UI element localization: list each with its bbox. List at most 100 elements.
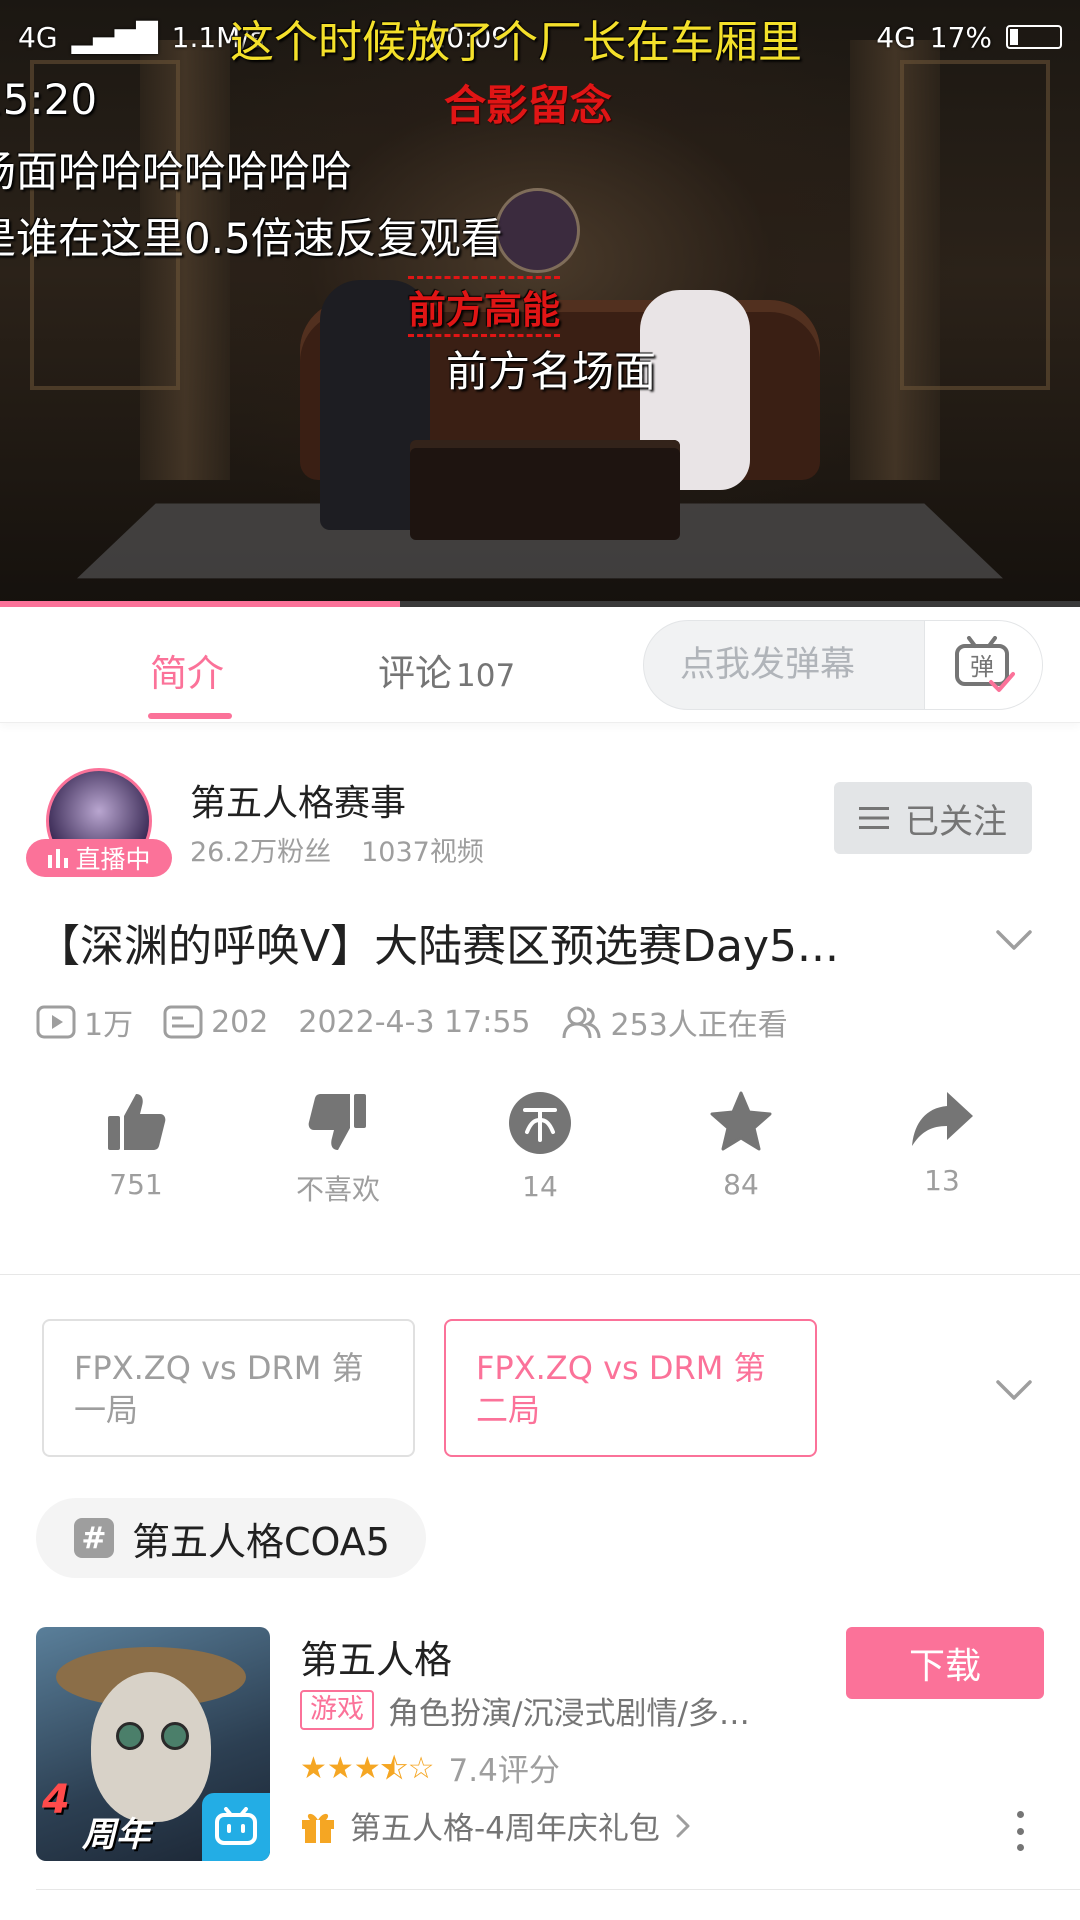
rating-star-icon: ★: [326, 1750, 354, 1786]
play-icon: [36, 1005, 76, 1039]
section-divider: [36, 1889, 1080, 1890]
danmaku-comment: 是谁在这里0.5倍速反复观看: [0, 214, 503, 263]
tab-intro-label: 简介: [150, 652, 224, 695]
share-icon: [912, 1092, 973, 1146]
rating-stars: ★★★★☆: [300, 1750, 435, 1786]
game-name[interactable]: 第五人格: [300, 1629, 452, 1684]
thumbs-up-icon: [108, 1094, 166, 1150]
coin-count: 14: [522, 1170, 558, 1203]
publish-date: 2022-4-3 17:55: [298, 1005, 530, 1040]
share-count: 13: [924, 1164, 960, 1197]
topic-tag[interactable]: # 第五人格COA5: [36, 1498, 426, 1578]
gift-label: 第五人格-4周年庆礼包: [350, 1811, 660, 1847]
play-count-value: 1万: [84, 1008, 134, 1043]
episode-card[interactable]: FPX.ZQ vs DRM 第一局: [42, 1319, 415, 1457]
more-options-icon[interactable]: [1008, 1811, 1032, 1851]
topic-tag-label: 第五人格COA5: [132, 1519, 390, 1564]
rating-star-icon: ★: [353, 1750, 381, 1786]
danmaku-toggle-button[interactable]: 弹: [924, 621, 1042, 709]
rating-value: 7.4评分: [448, 1753, 560, 1789]
play-count: 1万: [36, 1000, 133, 1044]
favorite-button[interactable]: 84: [671, 1090, 811, 1201]
uploader-stats: 26.2万粉丝 1037视频: [190, 830, 484, 869]
video-player[interactable]: 4G ▂▄▆█ 1.1M/s 20:09 4G 17% 这个时候放了个厂长在车厢…: [0, 0, 1080, 607]
follow-button[interactable]: 已关注: [834, 782, 1032, 854]
bilibili-tv-icon: [202, 1793, 270, 1861]
rating-star-icon: ★: [300, 1750, 327, 1786]
game-cover[interactable]: 4 周年: [36, 1627, 270, 1861]
dislike-label: 不喜欢: [295, 1173, 380, 1206]
menu-icon: [859, 807, 889, 829]
cover-eye: [116, 1722, 144, 1750]
share-button[interactable]: 13: [872, 1090, 1012, 1197]
tab-bar: 简介 评论107 弹: [0, 607, 1080, 723]
video-title[interactable]: 【深渊的呼唤Ⅴ】大陆赛区预选赛Day5...: [36, 910, 936, 974]
section-divider: [0, 1274, 1080, 1275]
gift-link[interactable]: 第五人格-4周年庆礼包: [300, 1803, 692, 1848]
signal-icon: ▂▄▆█: [71, 20, 158, 54]
episode-title: FPX.ZQ vs DRM 第二局: [476, 1349, 766, 1429]
stage-logo: [495, 188, 580, 273]
danmaku-comment: 前方高能: [408, 276, 561, 337]
action-bar: 751 不喜欢 14 84 13: [0, 1090, 1080, 1230]
game-genres: 角色扮演/沉浸式剧情/多…: [388, 1695, 750, 1732]
dislike-button[interactable]: 不喜欢: [268, 1090, 408, 1208]
follow-button-label: 已关注: [905, 801, 1007, 842]
cover-face: [91, 1672, 211, 1822]
battery-percent: 17%: [929, 20, 992, 54]
network-indicator-2: 4G: [876, 20, 916, 54]
danmaku-count-value: 202: [211, 1004, 269, 1040]
cover-eye: [161, 1722, 189, 1750]
uploader-name[interactable]: 第五人格赛事: [190, 774, 406, 826]
danmaku-comment: 15:20: [0, 75, 98, 124]
stage-window: [900, 60, 1050, 390]
fan-count: 26.2万粉丝: [190, 837, 332, 868]
live-badge-label: 直播中: [75, 845, 151, 874]
danmaku-comment: 合影留念: [444, 81, 613, 130]
gift-icon: [302, 1813, 334, 1843]
video-meta: 1万 202 2022-4-3 17:55 253人正在看: [36, 1000, 818, 1044]
danmaku-comment: 前方名场面: [446, 347, 657, 396]
danmaku-comment: 场面哈哈哈哈哈哈哈: [0, 147, 353, 196]
game-genre-row: 游戏 角色扮演/沉浸式剧情/多…: [300, 1689, 750, 1732]
chevron-down-icon[interactable]: [994, 922, 1034, 958]
battery-icon: [1006, 25, 1062, 49]
watching-count: 253人正在看: [561, 1000, 788, 1044]
star-icon: [710, 1091, 772, 1151]
watching-count-value: 253人正在看: [610, 1008, 788, 1043]
rating-star-icon: ★: [380, 1750, 408, 1786]
publish-date-value: 2022-4-3 17:55: [298, 1004, 531, 1040]
tab-intro[interactable]: 简介: [150, 643, 224, 697]
game-rating: ★★★★☆ 7.4评分: [300, 1745, 560, 1790]
network-indicator: 4G: [18, 20, 58, 54]
live-bars-icon: [48, 849, 69, 868]
cover-anniversary-number: 4: [42, 1777, 70, 1823]
people-icon: [562, 1006, 601, 1039]
danmaku-input-box: 弹: [643, 620, 1043, 710]
game-category-tag: 游戏: [300, 1690, 374, 1730]
cover-anniversary-text: 周年: [82, 1815, 150, 1855]
uploader-section: 直播中 第五人格赛事 26.2万粉丝 1037视频 已关注: [0, 760, 1080, 900]
danmaku-input[interactable]: [644, 621, 924, 709]
like-button[interactable]: 751: [66, 1090, 206, 1201]
chevron-right-icon: [676, 1814, 690, 1837]
coin-button[interactable]: 14: [470, 1090, 610, 1203]
tab-comments[interactable]: 评论 107: [378, 643, 515, 697]
danmaku-toggle-label: 弹: [970, 653, 994, 681]
chevron-down-icon[interactable]: [994, 1372, 1034, 1408]
rating-star-icon: ☆: [407, 1750, 435, 1786]
episode-title: FPX.ZQ vs DRM 第一局: [74, 1349, 364, 1429]
game-card[interactable]: 4 周年 第五人格 游戏 角色扮演/沉浸式剧情/多… ★★★★☆ 7.4评分 第…: [0, 1627, 1080, 1867]
danmaku-icon: [163, 1005, 203, 1039]
danmaku-count: 202: [163, 1005, 268, 1040]
tab-indicator: [148, 713, 232, 719]
video-count: 1037视频: [361, 837, 484, 868]
comment-count: 107: [456, 658, 516, 694]
hashtag-icon: #: [74, 1518, 114, 1558]
live-badge[interactable]: 直播中: [26, 839, 172, 877]
download-button[interactable]: 下载: [846, 1627, 1044, 1699]
danmaku-comment: 这个时候放了个厂长在车厢里: [230, 17, 802, 68]
episode-card-active[interactable]: FPX.ZQ vs DRM 第二局: [444, 1319, 817, 1457]
favorite-count: 84: [723, 1168, 759, 1201]
thumbs-down-icon: [308, 1094, 366, 1150]
